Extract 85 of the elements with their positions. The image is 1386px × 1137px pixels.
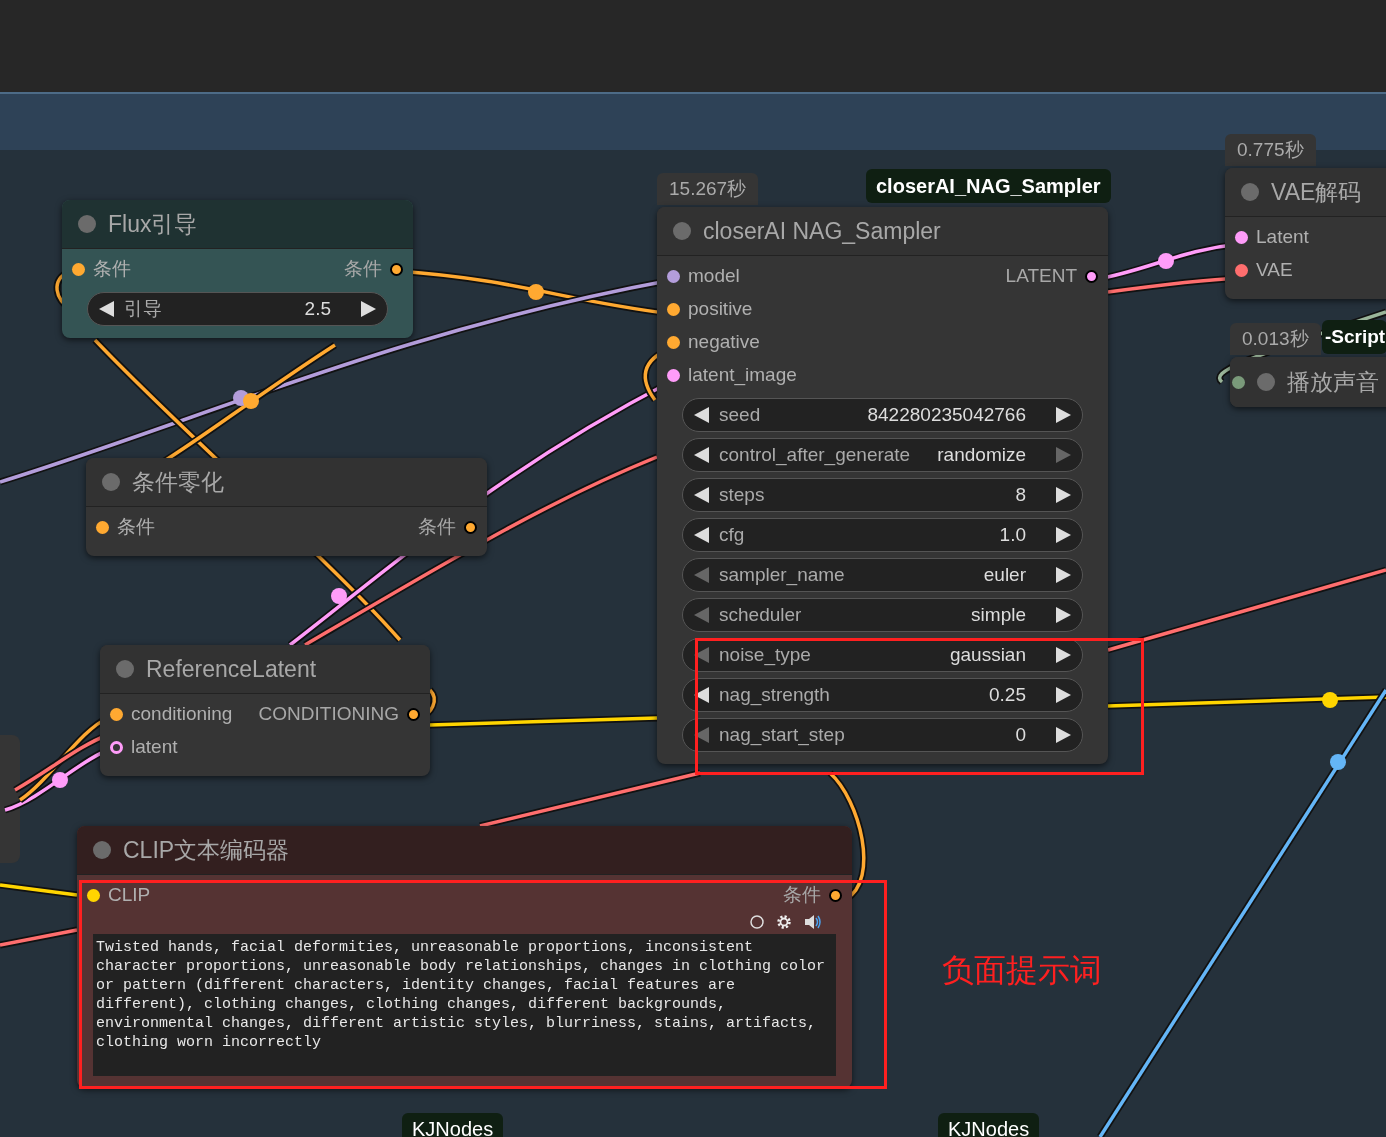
slot-label: positive	[688, 297, 753, 322]
reroute-dot[interactable]	[331, 588, 347, 604]
annotation-text: 负面提示词	[942, 951, 1102, 990]
widget-label: control_after_generate	[719, 442, 911, 468]
reroute-dot[interactable]	[1330, 754, 1346, 770]
time-badge: 0.013秒	[1230, 323, 1321, 355]
left-arrow-icon[interactable]	[693, 526, 711, 544]
widget-value: euler	[983, 562, 1026, 587]
number-widget[interactable]: seed 842280235042766	[682, 398, 1083, 432]
slot-label: 条件	[117, 515, 155, 540]
node-title: VAE解码	[1271, 177, 1362, 207]
title-badge: -Script	[1322, 320, 1386, 354]
slot-label: Latent	[1256, 225, 1309, 250]
right-arrow-icon[interactable]	[1054, 646, 1072, 664]
number-widget[interactable]: 引导 2.5	[87, 292, 388, 326]
left-arrow-icon[interactable]	[693, 406, 711, 424]
slot-label: CONDITIONING	[258, 702, 399, 727]
widget-label: sampler_name	[719, 562, 845, 588]
reroute-dot[interactable]	[243, 393, 259, 409]
footer-badge: KJNodes	[938, 1113, 1040, 1137]
reroute-dot[interactable]	[1158, 253, 1174, 269]
right-arrow-icon[interactable]	[1054, 726, 1072, 744]
number-widget[interactable]: scheduler simple	[682, 598, 1083, 632]
number-widget[interactable]: nag_strength 0.25	[682, 678, 1083, 712]
widget-label: steps	[719, 482, 765, 507]
reroute-dot[interactable]	[528, 284, 544, 300]
slot-label: conditioning	[131, 702, 233, 727]
footer-badge: KJNodes	[402, 1113, 504, 1137]
gear-icon[interactable]	[776, 914, 792, 930]
time-badge: 0.775秒	[1225, 134, 1316, 166]
widget-value: 1.0	[999, 522, 1026, 547]
widget-value: 2.5	[304, 296, 331, 321]
node-title: Flux引导	[108, 209, 198, 239]
slot-label: 条件	[783, 883, 821, 908]
left-arrow-icon[interactable]	[693, 486, 711, 504]
slot-label: latent	[131, 735, 178, 760]
slot-label: 条件	[344, 257, 382, 282]
number-widget[interactable]: control_after_generate randomize	[682, 438, 1083, 472]
node-title: ReferenceLatent	[146, 654, 317, 684]
reroute-dot[interactable]	[1322, 692, 1338, 708]
right-arrow-icon[interactable]	[359, 300, 377, 318]
widget-label: 引导	[124, 296, 162, 321]
speaker-icon[interactable]	[804, 915, 822, 929]
widget-value: simple	[971, 602, 1026, 627]
widget-value: 0.25	[989, 682, 1026, 707]
prompt-text-area[interactable]: Twisted hands, facial deformities, unreasonable proportions, inconsistent character proportions, unreasonable body relationships, changes in clothing color or pattern (different characters, identity changes, facial features are different), clothing changes, clothing changes, different backgrounds, environmental changes, different artistic styles, blurriness, stains, artifacts, clothing worn incorrectly	[93, 934, 836, 1076]
number-widget[interactable]: sampler_name euler	[682, 558, 1083, 592]
widget-label: seed	[719, 402, 761, 427]
right-arrow-icon[interactable]	[1054, 566, 1072, 584]
slot-label: 条件	[418, 515, 456, 540]
node-title: 播放声音	[1287, 367, 1379, 397]
slot-label: 条件	[93, 257, 131, 282]
widget-value: 0	[1015, 722, 1026, 747]
widget-label: nag_strength	[719, 682, 830, 708]
reroute-dot[interactable]	[52, 772, 68, 788]
widget-label: scheduler	[719, 602, 802, 627]
widget-value: randomize	[937, 442, 1026, 467]
node-title: closerAI NAG_Sampler	[703, 216, 941, 246]
node-title: CLIP文本编码器	[123, 835, 290, 865]
number-widget[interactable]: steps 8	[682, 478, 1083, 512]
slot-label: model	[688, 264, 740, 289]
time-badge: 15.267秒	[657, 173, 759, 205]
slot-label: negative	[688, 330, 760, 355]
widget-label: cfg	[719, 522, 745, 547]
widget-value: 842280235042766	[867, 402, 1026, 427]
slot-label: latent_image	[688, 363, 797, 388]
right-arrow-icon[interactable]	[1054, 406, 1072, 424]
right-arrow-icon[interactable]	[1054, 526, 1072, 544]
left-arrow-icon[interactable]	[98, 300, 116, 318]
slot-label: CLIP	[108, 883, 151, 908]
right-arrow-icon[interactable]	[1054, 686, 1072, 704]
number-widget[interactable]: cfg 1.0	[682, 518, 1083, 552]
right-arrow-icon[interactable]	[1054, 606, 1072, 624]
right-arrow-icon[interactable]	[1054, 486, 1072, 504]
number-widget[interactable]: nag_start_step 0	[682, 718, 1083, 752]
widget-label: noise_type	[719, 642, 811, 668]
slot-label: LATENT	[1005, 264, 1077, 289]
left-arrow-icon[interactable]	[693, 446, 711, 464]
widget-value: gaussian	[949, 642, 1026, 667]
widget-label: nag_start_step	[719, 722, 845, 748]
slot-label: VAE	[1256, 258, 1293, 283]
node-title: 条件零化	[132, 467, 224, 497]
circle-icon[interactable]	[750, 915, 764, 929]
title-badge: closerAI_NAG_Sampler	[866, 169, 1111, 203]
widget-value: 8	[1015, 482, 1026, 507]
